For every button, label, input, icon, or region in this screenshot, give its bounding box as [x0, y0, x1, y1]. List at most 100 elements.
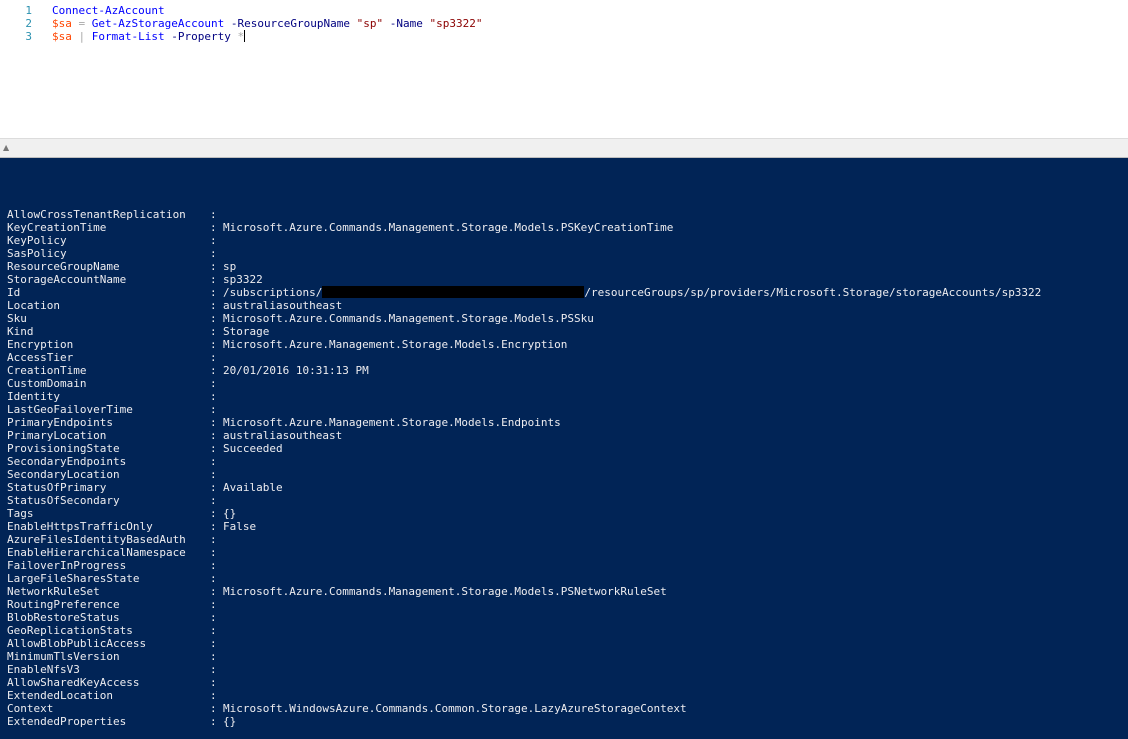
property-value: {} — [223, 715, 237, 728]
code-token-op: = — [71, 17, 92, 30]
code-token-var: $sa — [52, 30, 72, 43]
property-separator: : — [210, 208, 217, 221]
property-separator: : — [210, 702, 217, 715]
console-output-pane[interactable]: AllowCrossTenantReplication: KeyCreationT… — [0, 158, 1128, 739]
property-separator: : — [210, 598, 217, 611]
property-name: AllowCrossTenantReplication — [7, 208, 186, 221]
property-name: SecondaryEndpoints — [7, 455, 127, 468]
property-separator: : — [210, 351, 217, 364]
property-name: AccessTier — [7, 351, 74, 364]
code-text[interactable]: $sa | Format-List -Property * — [52, 30, 246, 43]
property-separator: : — [210, 481, 217, 494]
property-separator: : — [210, 234, 217, 247]
property-name: StatusOfPrimary — [7, 481, 107, 494]
property-separator: : — [210, 325, 217, 338]
property-name: KeyPolicy — [7, 234, 67, 247]
property-separator: : — [210, 299, 217, 312]
property-separator: : — [210, 221, 217, 234]
code-text[interactable]: $sa = Get-AzStorageAccount -ResourceGrou… — [52, 17, 483, 30]
line-number: 2 — [25, 17, 32, 30]
property-value: /subscriptions/ /resourceGroups/sp/provid… — [223, 286, 1041, 299]
property-separator: : — [210, 273, 217, 286]
property-separator: : — [210, 416, 217, 429]
property-name: EnableNfsV3 — [7, 663, 80, 676]
property-name: Sku — [7, 312, 27, 325]
property-name: RoutingPreference — [7, 598, 120, 611]
property-value-suffix: /resourceGroups/sp/providers/Microsoft.S… — [584, 286, 1042, 299]
property-value: Microsoft.Azure.Management.Storage.Model… — [223, 338, 568, 351]
property-value: Available — [223, 481, 283, 494]
property-value: {} — [223, 507, 237, 520]
property-name: SecondaryLocation — [7, 468, 120, 481]
property-separator: : — [210, 585, 217, 598]
property-name: MinimumTlsVersion — [7, 650, 120, 663]
code-token-cmd: Format-List — [91, 30, 165, 43]
property-name: Location — [7, 299, 60, 312]
property-name: CustomDomain — [7, 377, 87, 390]
property-name: ExtendedLocation — [7, 689, 113, 702]
property-value: Succeeded — [223, 442, 283, 455]
property-name: LastGeoFailoverTime — [7, 403, 133, 416]
property-name: PrimaryEndpoints — [7, 416, 113, 429]
property-name: SasPolicy — [7, 247, 67, 260]
property-separator: : — [210, 377, 217, 390]
property-value: sp3322 — [223, 273, 263, 286]
property-separator: : — [210, 650, 217, 663]
code-token-str: "sp" — [356, 17, 384, 30]
property-separator: : — [210, 689, 217, 702]
code-token-cmd: Get-AzStorageAccount — [91, 17, 225, 30]
property-separator: : — [210, 494, 217, 507]
property-name: FailoverInProgress — [7, 559, 127, 572]
code-token-str: "sp3322" — [429, 17, 483, 30]
text-cursor — [244, 30, 246, 42]
property-name: ExtendedProperties — [7, 715, 127, 728]
property-separator: : — [210, 507, 217, 520]
property-name: Context — [7, 702, 54, 715]
redaction-mark — [322, 286, 585, 298]
property-separator: : — [210, 637, 217, 650]
property-separator: : — [210, 247, 217, 260]
script-editor-pane[interactable]: 1 Connect-AzAccount 2 $sa = Get-AzStorageAc… — [0, 0, 1128, 138]
property-separator: : — [210, 338, 217, 351]
property-name: CreationTime — [7, 364, 87, 377]
collapse-arrow-icon[interactable]: ▲ — [3, 143, 9, 152]
property-value: Microsoft.WindowsAzure.Commands.Common.S… — [223, 702, 687, 715]
property-value: 20/01/2016 10:31:13 PM — [223, 364, 369, 377]
property-value: sp — [223, 260, 237, 273]
property-value: Storage — [223, 325, 270, 338]
property-separator: : — [210, 390, 217, 403]
property-name: ResourceGroupName — [7, 260, 120, 273]
property-separator: : — [210, 520, 217, 533]
property-name: NetworkRuleSet — [7, 585, 100, 598]
property-name: StatusOfSecondary — [7, 494, 120, 507]
property-separator: : — [210, 533, 217, 546]
property-value: Microsoft.Azure.Commands.Management.Stor… — [223, 312, 594, 325]
code-text[interactable]: Connect-AzAccount — [52, 4, 165, 17]
code-token-param: -Name — [383, 17, 430, 30]
property-name: AllowSharedKeyAccess — [7, 676, 140, 689]
property-name: ProvisioningState — [7, 442, 120, 455]
property-separator: : — [210, 611, 217, 624]
property-name: EnableHierarchicalNamespace — [7, 546, 186, 559]
property-separator: : — [210, 286, 217, 299]
pane-splitter[interactable]: ▲ — [0, 138, 1128, 158]
property-name: LargeFileSharesState — [7, 572, 140, 585]
line-number: 1 — [25, 4, 32, 17]
property-value: Microsoft.Azure.Commands.Management.Stor… — [223, 585, 667, 598]
property-name: AllowBlobPublicAccess — [7, 637, 147, 650]
property-value: australiasoutheast — [223, 429, 343, 442]
property-value: Microsoft.Azure.Commands.Management.Stor… — [223, 221, 674, 234]
property-separator: : — [210, 468, 217, 481]
property-value-prefix: /subscriptions/ — [223, 286, 323, 299]
property-name: KeyCreationTime — [7, 221, 107, 234]
property-name: Identity — [7, 390, 60, 403]
property-separator: : — [210, 559, 217, 572]
code-token-var: $sa — [52, 17, 72, 30]
property-name: AzureFilesIdentityBasedAuth — [7, 533, 186, 546]
property-name: Kind — [7, 325, 34, 338]
property-value: australiasoutheast — [223, 299, 343, 312]
property-separator: : — [210, 364, 217, 377]
property-separator: : — [210, 663, 217, 676]
code-token-cmd: Connect-AzAccount — [52, 4, 165, 17]
property-name: EnableHttpsTrafficOnly — [7, 520, 153, 533]
